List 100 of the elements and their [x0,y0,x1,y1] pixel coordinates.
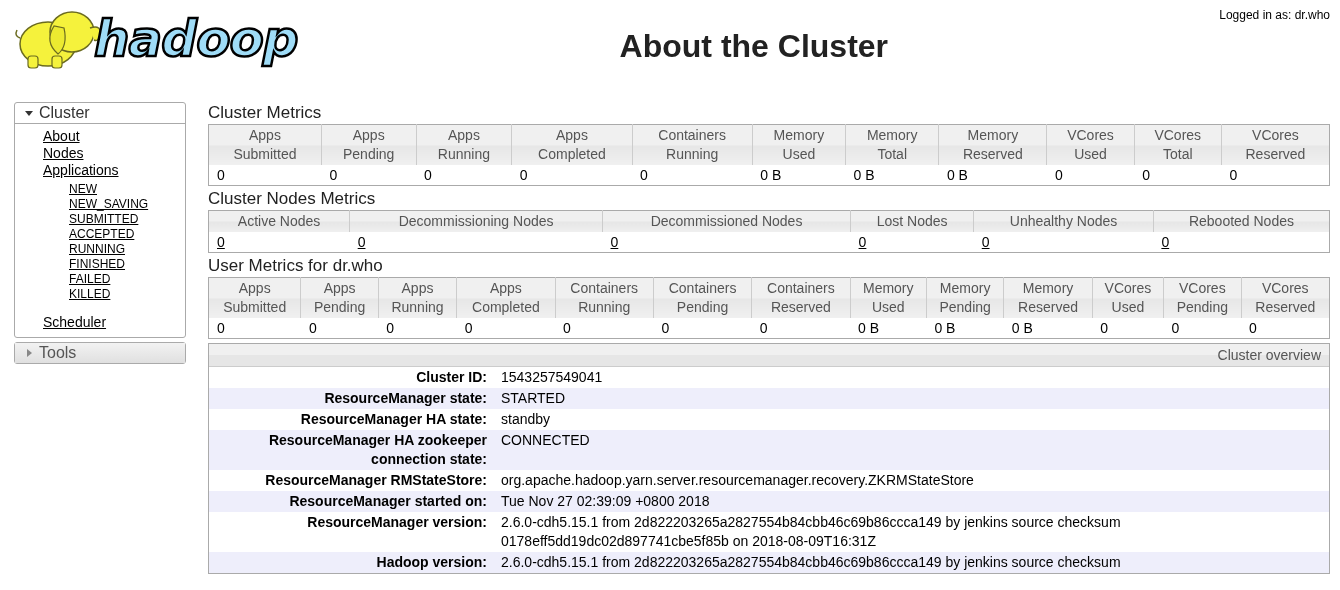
section-heading: Cluster Metrics [208,102,323,124]
column-header: Memory Used [752,124,846,165]
state-link[interactable]: NEW [69,182,97,197]
metric-link[interactable]: 0 [858,234,867,250]
column-header: Memory Total [845,124,939,165]
metric-value: 0 [386,320,395,336]
field-label: Hadoop version: [375,553,487,572]
section-heading: User Metrics for dr.who [208,255,384,277]
state-link[interactable]: FAILED [69,272,111,287]
metric-value: 0 [1054,167,1063,183]
metric-value: 0 B [934,320,956,336]
field-label: ResourceManager HA state: [299,410,487,429]
metric-value: 0 B [858,320,880,336]
metric-value: 0 [1100,320,1108,336]
sidebar-link[interactable]: Nodes [43,145,84,162]
column-header: Lost Nodes [850,210,974,232]
metric-value: 0 [464,320,473,336]
column-header: Memory Pending [926,277,1004,318]
field-value: standby [501,410,551,429]
column-header: Containers Running [555,277,654,318]
sidebar-link[interactable]: Applications [43,162,119,179]
column-header: Apps Submitted [208,277,301,318]
metric-link[interactable]: 0 [357,234,366,250]
column-header: Rebooted Nodes [1153,210,1330,232]
logo-wordmark: hadoop [94,14,298,64]
metric-value: 0 [519,167,528,183]
caret-icon [25,349,33,357]
field-label: Cluster ID: [415,368,487,387]
field-value: 1543257549041 [501,368,603,387]
state-link[interactable]: RUNNING [69,242,125,257]
field-label: ResourceManager HA zookeeper connection state: [267,431,487,469]
caret-icon [25,109,33,117]
column-header: VCores Used [1046,124,1135,165]
sidebar-section-header[interactable]: Tools [15,343,185,363]
metric-value: 0 [1249,320,1257,336]
column-header: Active Nodes [208,210,350,232]
metric-link[interactable]: 0 [981,234,990,250]
metric-link[interactable]: 0 [217,234,225,250]
metric-value: 0 B [853,167,875,183]
column-header: Apps Pending [300,277,379,318]
column-header: VCores Reserved [1221,124,1330,165]
column-header: Containers Reserved [751,277,851,318]
state-link[interactable]: SUBMITTED [69,212,139,227]
column-header: Apps Running [416,124,512,165]
state-link[interactable]: KILLED [69,287,111,302]
sidebar-link[interactable]: Scheduler [43,314,107,331]
metric-link[interactable]: 0 [610,234,619,250]
metric-value: 0 B [1011,320,1033,336]
state-link[interactable]: ACCEPTED [69,227,135,242]
metric-value: 0 [424,167,432,183]
field-value: Tue Nov 27 02:39:09 +0800 2018 [501,492,710,511]
column-header: Apps Running [378,277,457,318]
login-status: Logged in as: dr.who [1219,8,1330,22]
sidebar-section-header[interactable]: Cluster [15,103,185,124]
metric-value: 0 B [946,167,968,183]
page-title: About the Cluster [618,28,890,65]
table-caption: Cluster overview [209,344,1329,367]
column-header: Memory Used [850,277,927,318]
state-link[interactable]: NEW_SAVING [69,197,149,212]
field-value: CONNECTED [501,431,590,450]
sidebar-link[interactable]: About [43,128,80,145]
section-title: Cluster [39,104,90,122]
column-header: Decommissioned Nodes [602,210,851,232]
column-header: Unhealthy Nodes [973,210,1154,232]
metric-value: 0 [329,167,338,183]
field-label: ResourceManager state: [323,389,487,408]
column-header: Apps Completed [456,277,556,318]
field-label: ResourceManager started on: [288,492,487,511]
field-value: 2.6.0-cdh5.15.1 from 2d822203265a2827554b84cbb46c69b86ccca149 by jenkins source checksum [501,553,1121,572]
field-label: ResourceManager version: [306,513,487,532]
column-header: Apps Submitted [208,124,322,165]
metric-value: 0 [640,167,648,183]
column-header: Apps Completed [511,124,633,165]
metric-link[interactable]: 0 [1161,234,1170,250]
section-title: Tools [39,344,77,362]
column-header: VCores Reserved [1241,277,1330,318]
metric-value: 0 B [760,167,782,183]
metric-value: 0 [759,320,768,336]
field-value: 2.6.0-cdh5.15.1 from 2d822203265a2827554b84cbb46c69b86ccca149 by jenkins source checksum 0178eff5dd19dc02d897741cbe5f85b on 2018-08-09T16:31Z [501,513,1122,551]
column-header: Containers Pending [653,277,752,318]
column-header: Decommissioning Nodes [349,210,603,232]
column-header: Apps Pending [321,124,416,165]
metric-value: 0 [217,320,225,336]
column-header: VCores Pending [1163,277,1242,318]
field-value: STARTED [501,389,566,408]
column-header: Memory Reserved [938,124,1047,165]
section-heading: Cluster Nodes Metrics [208,188,377,210]
column-header: VCores Used [1092,277,1164,318]
metric-value: 0 [563,320,571,336]
metric-value: 0 [661,320,670,336]
metric-value: 0 [308,320,317,336]
column-header: VCores Total [1134,124,1222,165]
column-header: Containers Running [632,124,753,165]
state-link[interactable]: FINISHED [69,257,125,272]
column-header: Memory Reserved [1003,277,1093,318]
metric-value: 0 [1142,167,1150,183]
field-label: ResourceManager RMStateStore: [264,471,487,490]
metric-value: 0 [217,167,225,183]
field-value: org.apache.hadoop.yarn.server.resourcemanager.recovery.ZKRMStateStore [501,471,974,490]
metric-value: 0 [1229,167,1238,183]
